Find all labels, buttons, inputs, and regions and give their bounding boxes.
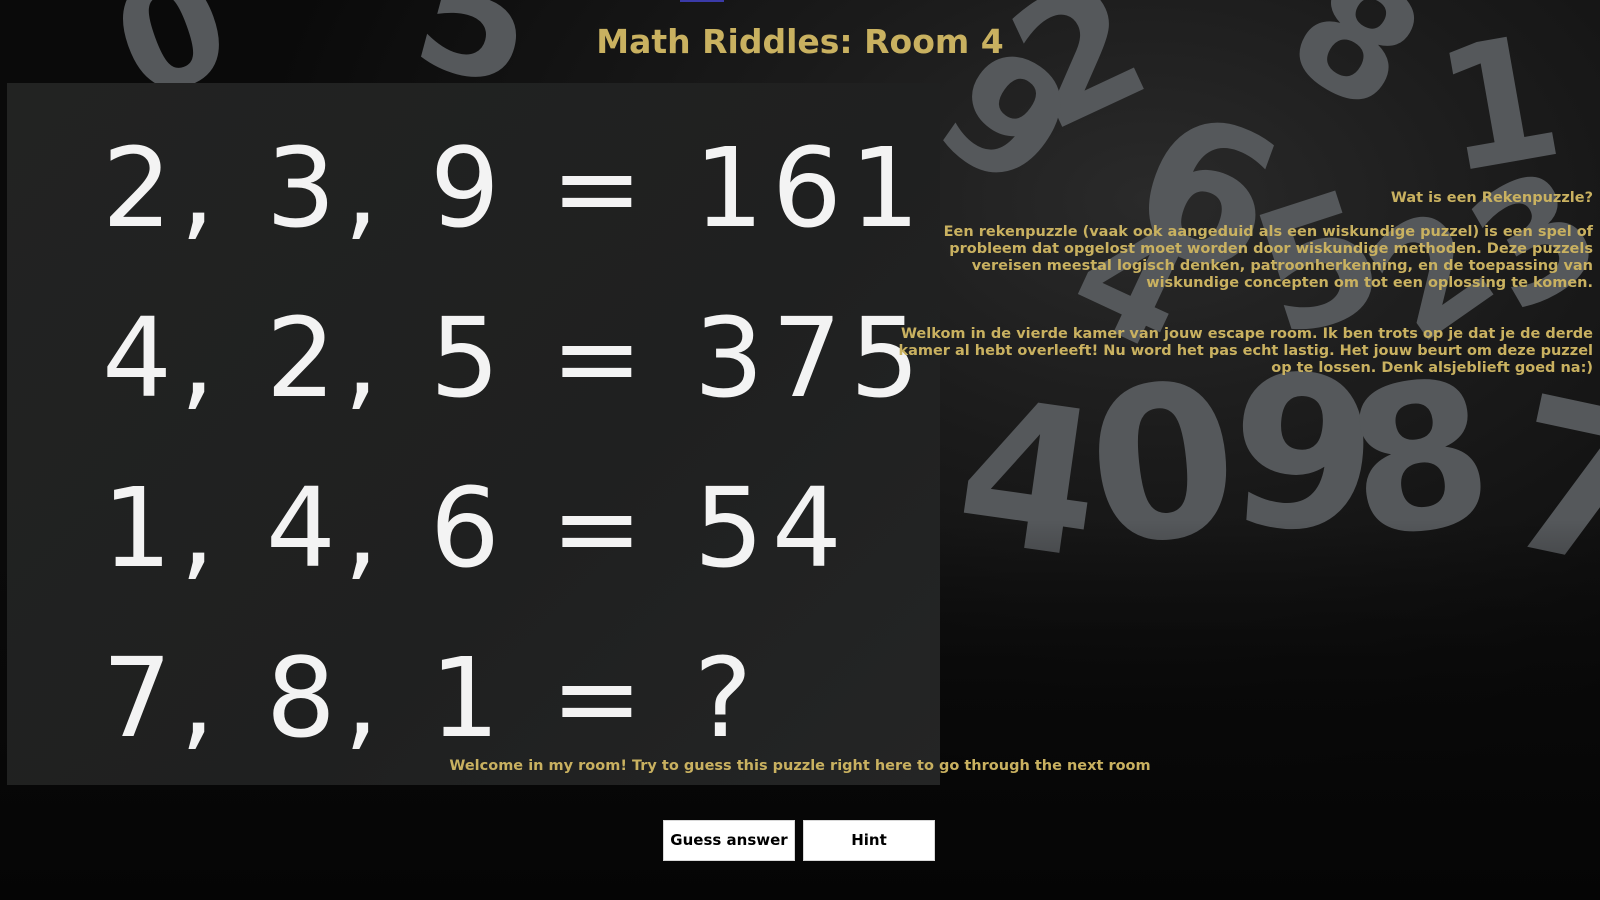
welcome-message-dutch: Welkom in de vierde kamer van jouw escap… bbox=[898, 326, 1593, 376]
welcome-message-english: Welcome in my room! Try to guess this pu… bbox=[449, 758, 1151, 774]
info-heading: Wat is een Rekenpuzzle? bbox=[1390, 190, 1593, 206]
equation-3: 1, 4, 6 = 54 bbox=[102, 464, 850, 592]
puzzle-image: 2, 3, 9 = 161 4, 2, 5 = 375 1, 4, 6 = 54… bbox=[7, 83, 940, 785]
equation-4: 7, 8, 1 = ? bbox=[102, 634, 761, 762]
equation-2: 4, 2, 5 = 375 bbox=[102, 294, 928, 422]
top-accent-bar bbox=[680, 0, 724, 2]
guess-answer-button[interactable]: Guess answer bbox=[663, 820, 795, 861]
hint-button[interactable]: Hint bbox=[803, 820, 935, 861]
page-title: Math Riddles: Room 4 bbox=[596, 22, 1004, 61]
equation-1: 2, 3, 9 = 161 bbox=[102, 124, 928, 252]
info-text: Een rekenpuzzle (vaak ook aangeduid als … bbox=[943, 224, 1593, 291]
